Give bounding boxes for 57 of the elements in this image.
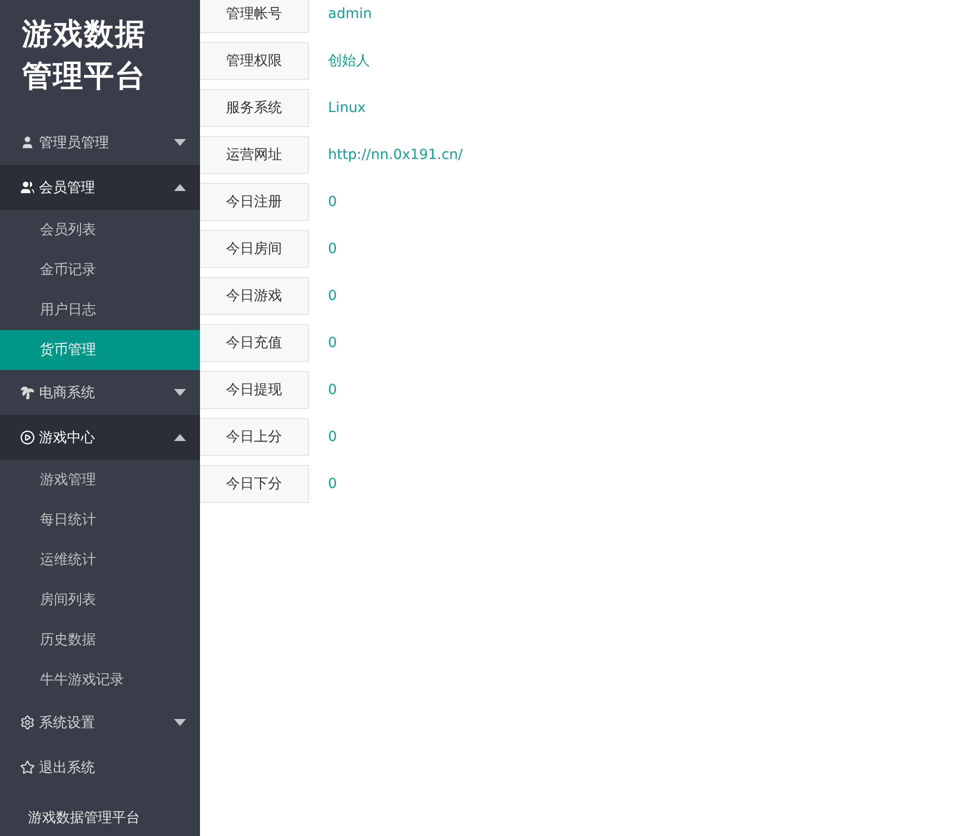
info-label: 今日房间 <box>200 230 309 268</box>
submenu-item[interactable]: 用户日志 <box>0 290 200 330</box>
caret-down-icon <box>174 139 186 146</box>
user-icon <box>20 135 35 150</box>
submenu-item[interactable]: 金币记录 <box>0 250 200 290</box>
info-value: 0 <box>328 241 337 257</box>
submenu-item[interactable]: 牛牛游戏记录 <box>0 660 200 700</box>
menu-group[interactable]: 会员管理 <box>0 165 200 210</box>
info-value: 0 <box>328 194 337 210</box>
info-value: 0 <box>328 476 337 492</box>
settings-icon <box>20 715 35 730</box>
info-value: admin <box>328 6 372 22</box>
palm-tree-icon <box>20 385 35 400</box>
info-value: 0 <box>328 429 337 445</box>
users-icon <box>20 180 35 195</box>
menu-label: 系统设置 <box>39 714 96 732</box>
menu-group[interactable]: 管理员管理 <box>0 120 200 165</box>
caret-down-icon <box>174 389 186 396</box>
menu-group[interactable]: 电商系统 <box>0 370 200 415</box>
info-value: 0 <box>328 288 337 304</box>
menu-group[interactable]: 游戏中心 <box>0 415 200 460</box>
submenu-item[interactable]: 货币管理 <box>0 330 200 370</box>
info-label: 今日提现 <box>200 371 309 409</box>
info-label: 今日下分 <box>200 465 309 503</box>
info-label: 今日充值 <box>200 324 309 362</box>
submenu-item[interactable]: 会员列表 <box>0 210 200 250</box>
menu-group[interactable]: 系统设置 <box>0 700 200 745</box>
menu-group[interactable]: 退出系统 <box>0 745 200 790</box>
menu-label: 会员管理 <box>39 178 96 196</box>
menu-label: 游戏中心 <box>39 428 96 446</box>
menu-label: 管理员管理 <box>39 134 110 152</box>
info-value: 创始人 <box>328 52 370 70</box>
info-label: 管理帐号 <box>200 0 309 33</box>
info-value: http://nn.0x191.cn/ <box>328 147 463 163</box>
star-icon <box>20 760 35 775</box>
submenu-item[interactable]: 运维统计 <box>0 540 200 580</box>
play-icon <box>20 430 35 445</box>
submenu-item[interactable]: 每日统计 <box>0 500 200 540</box>
logo-title: 游戏数据管理平台 <box>22 16 147 96</box>
info-label: 管理权限 <box>200 42 309 80</box>
caret-down-icon <box>174 719 186 726</box>
info-label: 今日上分 <box>200 418 309 456</box>
caret-up-icon <box>174 434 186 441</box>
info-label: 运营网址 <box>200 136 309 174</box>
caret-up-icon <box>174 184 186 191</box>
info-value: 0 <box>328 382 337 398</box>
info-label: 今日游戏 <box>200 277 309 315</box>
info-value: Linux <box>328 100 366 116</box>
submenu-item[interactable]: 房间列表 <box>0 580 200 620</box>
info-label: 今日注册 <box>200 183 309 221</box>
info-value: 0 <box>328 335 337 351</box>
submenu-item[interactable]: 历史数据 <box>0 620 200 660</box>
footer-text: 游戏数据管理平台 <box>27 809 141 828</box>
submenu-item[interactable]: 游戏管理 <box>0 460 200 500</box>
info-label: 服务系统 <box>200 89 309 127</box>
menu-label: 电商系统 <box>39 384 96 402</box>
menu-label: 退出系统 <box>39 758 96 776</box>
